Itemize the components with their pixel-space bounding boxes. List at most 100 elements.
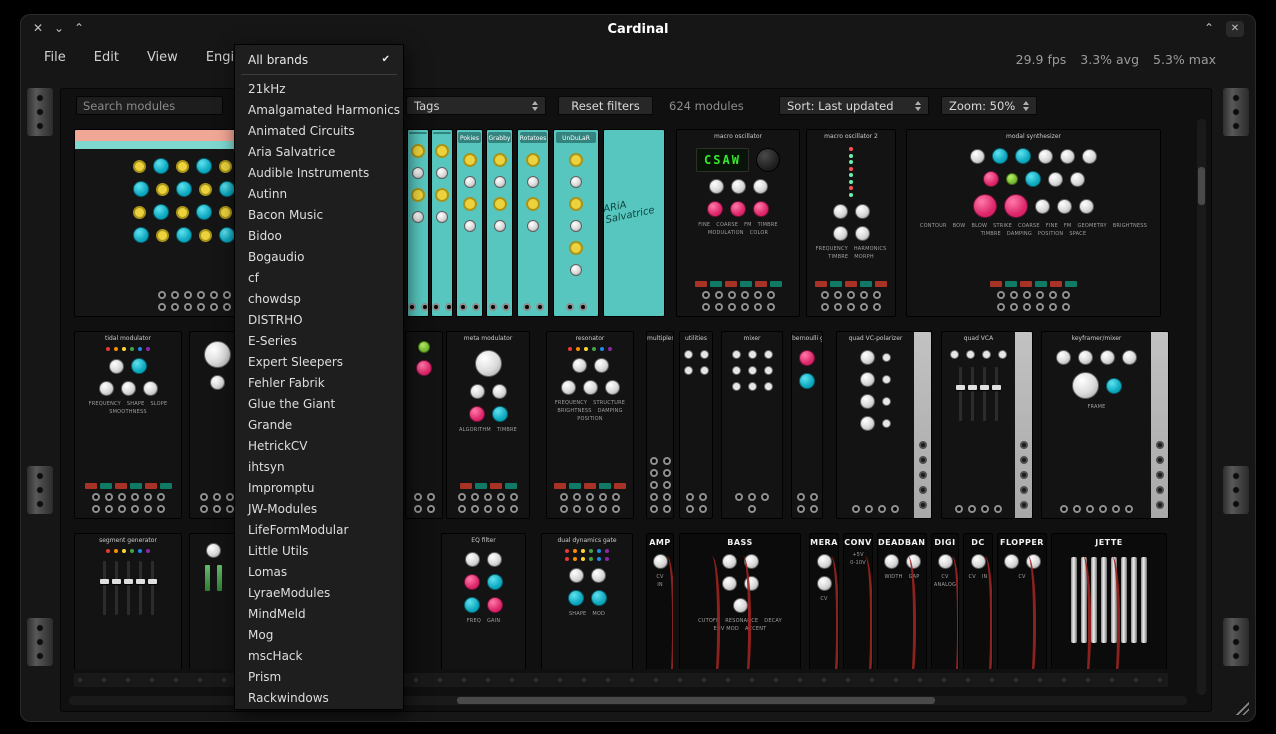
module-card[interactable]: quad VCA: [941, 331, 1033, 519]
brand-menu-item[interactable]: 21kHz: [235, 78, 403, 99]
brand-menu-item[interactable]: HetrickCV: [235, 435, 403, 456]
module-card[interactable]: BASSCUTOFFRESONANCEDECAYENV MODACCENT: [679, 533, 801, 669]
brand-menu-item[interactable]: DISTRHO: [235, 309, 403, 330]
slider[interactable]: [151, 561, 154, 615]
module-card[interactable]: Grabby: [486, 129, 513, 317]
menubar-item[interactable]: File: [44, 50, 66, 65]
module-card[interactable]: AMPCVIN: [646, 533, 674, 669]
vertical-scrollbar[interactable]: [1197, 119, 1206, 695]
module-card[interactable]: DEADBANDWIDTHGAP: [877, 533, 927, 669]
knob: [464, 574, 480, 590]
brand-menu-item[interactable]: E-Series: [235, 330, 403, 351]
knob-label: TIMBRE: [758, 222, 778, 228]
module-card[interactable]: [431, 129, 453, 317]
module-card[interactable]: MERACV: [809, 533, 839, 669]
brand-menu-item[interactable]: JW-Modules: [235, 498, 403, 519]
brand-menu-item[interactable]: Grande: [235, 414, 403, 435]
brand-menu-item[interactable]: ihtsyn: [235, 456, 403, 477]
tags-filter-select[interactable]: Tags: [406, 96, 546, 115]
module-card[interactable]: macro oscillator 2FREQUENCYHARMONICSTIMB…: [806, 129, 896, 317]
titlebar[interactable]: ✕ ⌄ ⌃ Cardinal ⌃ ✕: [20, 14, 1256, 44]
module-card[interactable]: [405, 331, 443, 519]
brand-menu-item[interactable]: Impromptu: [235, 477, 403, 498]
window-collapse-icon[interactable]: ⌃: [1204, 21, 1214, 35]
slider[interactable]: [959, 367, 962, 421]
brand-menu-item[interactable]: chowdsp: [235, 288, 403, 309]
module-card[interactable]: Rotatoes: [517, 129, 549, 317]
brand-menu-item[interactable]: cf: [235, 267, 403, 288]
module-card[interactable]: meta modulatorALGORITHMTIMBRE: [446, 331, 530, 519]
slider[interactable]: [139, 561, 142, 615]
module-card[interactable]: EQ filterFREQGAIN: [441, 533, 526, 669]
slider[interactable]: [127, 561, 130, 615]
vertical-scrollbar-thumb[interactable]: [1198, 167, 1205, 205]
module-card[interactable]: bernoulli gate: [791, 331, 823, 519]
menubar-item[interactable]: Edit: [94, 50, 119, 65]
brand-menu-item[interactable]: LyraeModules: [235, 582, 403, 603]
module-card[interactable]: FLOPPERCV: [997, 533, 1047, 669]
module-card[interactable]: dual dynamics gateSHAPEMOD: [541, 533, 633, 669]
lcd-display: CSAW: [696, 148, 749, 172]
module-card[interactable]: DCCVIN: [963, 533, 993, 669]
module-card[interactable]: segment generator: [74, 533, 182, 669]
module-card[interactable]: multiples: [646, 331, 674, 519]
module-card[interactable]: UnDuLaR: [553, 129, 599, 317]
module-card[interactable]: quad VC-polarizer: [836, 331, 932, 519]
brand-menu-item[interactable]: Fehler Fabrik: [235, 372, 403, 393]
brand-menu-item[interactable]: Bogaudio: [235, 246, 403, 267]
window-closebox-icon[interactable]: ✕: [1226, 21, 1244, 37]
module-card[interactable]: keyframer/mixerFRAME: [1041, 331, 1169, 519]
module-card[interactable]: JETTE: [1051, 533, 1167, 669]
brand-menu-item[interactable]: Animated Circuits: [235, 120, 403, 141]
brand-menu-selected[interactable]: All brands ✔: [235, 45, 403, 74]
knob-label: COLOR: [750, 230, 768, 236]
brand-menu-item[interactable]: Rackwindows: [235, 687, 403, 708]
module-card[interactable]: mixer: [721, 331, 783, 519]
knob-row: [464, 574, 503, 590]
brand-menu-item[interactable]: mscHack: [235, 645, 403, 666]
brand-menu-item[interactable]: Lomas: [235, 561, 403, 582]
brand-menu-item[interactable]: Prism: [235, 666, 403, 687]
module-card[interactable]: modal synthesizerCONTOURBOWBLOWSTRIKECOA…: [906, 129, 1161, 317]
brand-menu-item[interactable]: Autinn: [235, 183, 403, 204]
module-card[interactable]: ARiA Salvatrice: [603, 129, 665, 317]
module-card[interactable]: [407, 129, 429, 317]
brand-menu-item[interactable]: LifeFormModular: [235, 519, 403, 540]
port: [210, 303, 218, 311]
module-card[interactable]: tidal modulatorFREQUENCYSHAPESLOPESMOOTH…: [74, 331, 182, 519]
module-card[interactable]: Pokies: [456, 129, 483, 317]
brand-menu-item[interactable]: Expert Sleepers: [235, 351, 403, 372]
reset-filters-button[interactable]: Reset filters: [558, 96, 653, 115]
slider[interactable]: [103, 561, 106, 615]
slider[interactable]: [983, 367, 986, 421]
brand-menu-item[interactable]: Amalgamated Harmonics: [235, 99, 403, 120]
brand-menu-item[interactable]: Audible Instruments: [235, 162, 403, 183]
menubar-item[interactable]: View: [147, 50, 178, 65]
brand-menu-item[interactable]: Little Utils: [235, 540, 403, 561]
brand-menu-item[interactable]: MindMeld: [235, 603, 403, 624]
knob: [570, 264, 582, 276]
search-input[interactable]: [76, 96, 223, 115]
module-card[interactable]: [189, 533, 237, 669]
brand-menu-item[interactable]: Mog: [235, 624, 403, 645]
brand-menu-item[interactable]: Aria Salvatrice: [235, 141, 403, 162]
horizontal-scrollbar-thumb[interactable]: [457, 697, 935, 704]
module-card[interactable]: CONV+5V0-10V: [843, 533, 873, 669]
brand-menu-item[interactable]: Bidoo: [235, 225, 403, 246]
module-card[interactable]: utilities: [679, 331, 713, 519]
module-card[interactable]: DIGICVANALOG: [931, 533, 959, 669]
port: [579, 303, 587, 311]
knob-label: DECAY: [764, 618, 782, 624]
module-card[interactable]: macro oscillatorCSAWFINECOARSEFMTIMBREMO…: [676, 129, 800, 317]
output-strip: [914, 332, 931, 518]
resize-grip[interactable]: [1234, 700, 1249, 715]
slider[interactable]: [971, 367, 974, 421]
sort-select[interactable]: Sort: Last updated: [779, 96, 929, 115]
brand-menu-item[interactable]: Bacon Music: [235, 204, 403, 225]
zoom-select[interactable]: Zoom: 50%: [941, 96, 1037, 115]
brand-menu-item[interactable]: Glue the Giant: [235, 393, 403, 414]
knob-labels: FREQUENCYHARMONICSTIMBREMORPH: [807, 246, 895, 260]
slider[interactable]: [115, 561, 118, 615]
slider[interactable]: [995, 367, 998, 421]
module-card[interactable]: resonatorFREQUENCYSTRUCTUREBRIGHTNESSDAM…: [546, 331, 634, 519]
